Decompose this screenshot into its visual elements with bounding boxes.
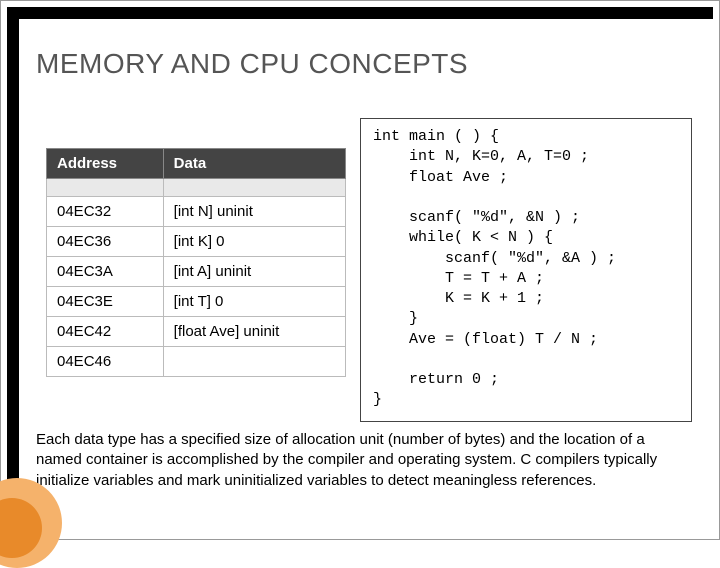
decor-top-bar: [7, 7, 713, 19]
addr-cell: 04EC42: [47, 317, 164, 347]
code-listing: int main ( ) { int N, K=0, A, T=0 ; floa…: [360, 118, 692, 422]
col-header-address: Address: [47, 149, 164, 179]
addr-cell: 04EC36: [47, 227, 164, 257]
data-cell: [int K] 0: [163, 227, 345, 257]
table-row: 04EC3A [int A] uninit: [47, 257, 346, 287]
table-row: 04EC3E [int T] 0: [47, 287, 346, 317]
table-row: 04EC32 [int N] uninit: [47, 197, 346, 227]
table-row: 04EC36 [int K] 0: [47, 227, 346, 257]
data-cell: [int A] uninit: [163, 257, 345, 287]
page-title: MEMORY AND CPU CONCEPTS: [36, 48, 468, 80]
data-cell: [float Ave] uninit: [163, 317, 345, 347]
table-row: 04EC42 [float Ave] uninit: [47, 317, 346, 347]
addr-cell: 04EC46: [47, 347, 164, 377]
addr-cell: 04EC32: [47, 197, 164, 227]
spacer-cell: [47, 179, 164, 197]
data-cell: [int T] 0: [163, 287, 345, 317]
memory-table: Address Data 04EC32 [int N] uninit 04EC3…: [46, 148, 346, 377]
addr-cell: 04EC3E: [47, 287, 164, 317]
addr-cell: 04EC3A: [47, 257, 164, 287]
table-row: 04EC46: [47, 347, 346, 377]
data-cell: [163, 347, 345, 377]
body-paragraph: Each data type has a specified size of a…: [36, 430, 692, 491]
col-header-data: Data: [163, 149, 345, 179]
spacer-cell: [163, 179, 345, 197]
decor-side-bar: [7, 7, 19, 533]
data-cell: [int N] uninit: [163, 197, 345, 227]
